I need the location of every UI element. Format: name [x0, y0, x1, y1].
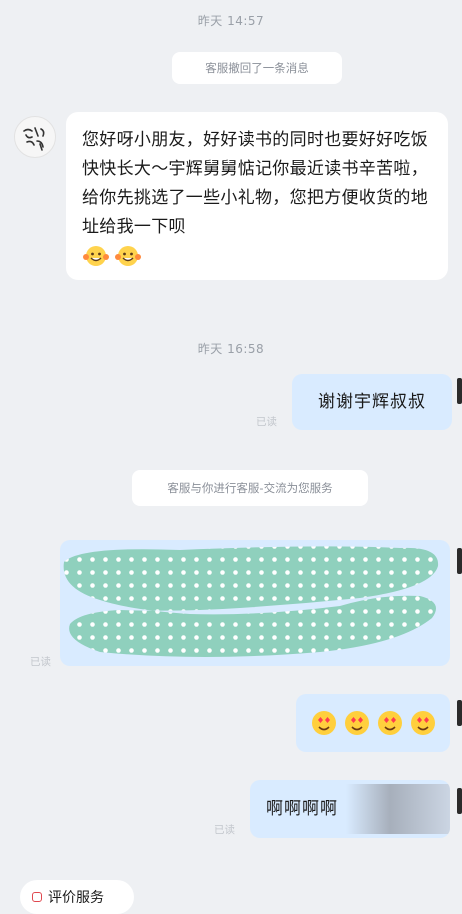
blur-overlay [346, 784, 450, 834]
incoming-message-text: 您好呀小朋友，好好读书的同时也要好好吃饭快快长大～宇辉舅舅惦记你最近读书辛苦啦，… [82, 130, 428, 237]
redacted-message-bubble[interactable] [60, 540, 450, 666]
grinning-face-emoji-icon [115, 246, 141, 266]
outgoing-thanks-text: 谢谢宇辉叔叔 [318, 392, 426, 412]
timestamp-2: 昨天 16:58 [197, 342, 265, 356]
heart-eyes-emoji-icon [311, 711, 336, 735]
heart-eyes-emoji-icon [344, 711, 369, 735]
heart-eyes-emoji-icon [377, 711, 402, 735]
redaction-scribble [63, 546, 439, 657]
outgoing-emoji-bubble[interactable] [296, 694, 450, 752]
read-status: 已读 [30, 656, 51, 668]
rate-service-label: 评价服务 [48, 890, 104, 906]
rate-service-button[interactable]: 评价服务 [20, 880, 134, 914]
incoming-message-bubble[interactable]: 您好呀小朋友，好好读书的同时也要好好吃饭快快长大～宇辉舅舅惦记你最近读书辛苦啦，… [66, 112, 448, 280]
heart-eyes-emoji-icon [410, 711, 435, 735]
outgoing-last-bubble[interactable]: 啊啊啊啊 [250, 780, 450, 838]
recall-notice: 客服撤回了一条消息 [172, 52, 342, 84]
outgoing-thanks-bubble[interactable]: 谢谢宇辉叔叔 [292, 374, 452, 430]
edge-marker [457, 548, 462, 574]
incoming-emoji-row [82, 244, 432, 268]
read-status: 已读 [214, 824, 235, 836]
outgoing-last-text: 啊啊啊啊 [266, 799, 338, 819]
edge-marker [457, 788, 462, 814]
read-status: 已读 [256, 416, 277, 428]
edge-marker [457, 700, 462, 726]
agent-avatar[interactable] [14, 116, 56, 158]
service-notice: 客服与你进行客服-交流为您服务 [132, 470, 368, 506]
grinning-face-emoji-icon [83, 246, 109, 266]
rate-icon [32, 892, 42, 902]
timestamp-1: 昨天 14:57 [197, 14, 265, 28]
calligraphy-logo-icon [23, 127, 45, 151]
edge-marker [457, 378, 462, 404]
